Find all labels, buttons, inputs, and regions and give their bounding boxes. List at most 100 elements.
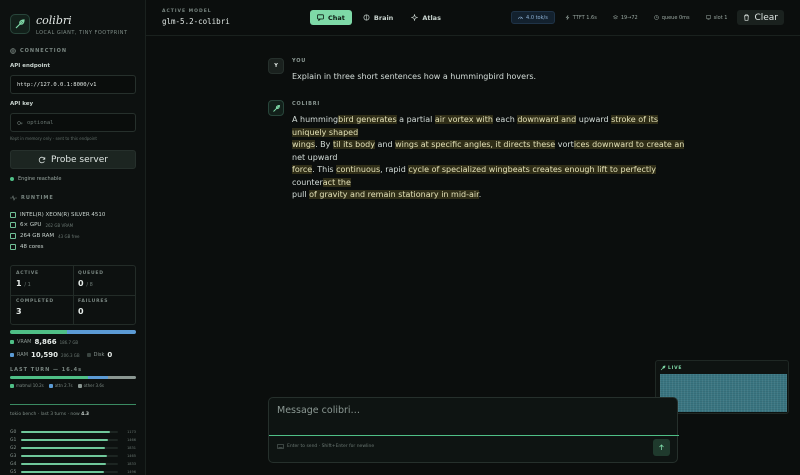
text-span: counter: [292, 177, 323, 187]
user-avatar: Y: [268, 58, 284, 74]
text-span: .: [478, 190, 482, 199]
queue-stats-card: ACTIVE 1 / 1 QUEUED 0 / 8 COMPLETED 3 FA…: [10, 265, 136, 325]
gpu-row: G1 1466: [10, 437, 136, 443]
sidebar: colibri LOCAL GIANT, TINY FOOTPRINT CONN…: [0, 0, 146, 475]
refresh-icon: [38, 156, 46, 164]
highlighted-span: til its body: [332, 140, 375, 149]
runtime-cpu: INTEL(R) XEON(R) SILVER 4510: [10, 212, 105, 218]
sparkline-divider: [10, 404, 136, 405]
chat-icon: [317, 14, 324, 21]
text-span: . By: [315, 140, 333, 149]
queue-badge: queue 0ms: [648, 11, 696, 24]
highlighted-span: force: [292, 165, 313, 174]
last-turn-legend: matmul 10.2s attn 2.7s other 3.6s: [10, 383, 104, 388]
gpu-bar-fill: [21, 447, 106, 449]
message-line: force. This continuous, rapid cycle of s…: [292, 164, 692, 189]
layers-icon: [612, 15, 618, 20]
sparkle-icon: [411, 14, 419, 21]
top-bar: ACTIVE MODEL glm-5.2-colibri Chat Brain …: [146, 0, 800, 36]
api-endpoint-field[interactable]: [10, 75, 136, 94]
hummingbird-icon: [660, 365, 666, 371]
runtime-gpu: 6× GPU 262 GB VRAM: [10, 222, 73, 228]
api-key-field[interactable]: [10, 113, 136, 132]
attn-segment: [88, 376, 109, 379]
highlighted-span: bird generates: [338, 115, 397, 124]
stat-completed: COMPLETED 3: [16, 299, 54, 316]
active-model: ACTIVE MODEL glm-5.2-colibri: [162, 9, 230, 26]
api-key-hint: Kept in memory only · sent to this endpo…: [10, 136, 97, 141]
gpu-row: G4 1833: [10, 461, 136, 467]
slot-badge: slot 1: [700, 11, 734, 24]
monitor-icon: [705, 15, 711, 20]
speed-badge: 4.0 tok/s: [511, 11, 555, 24]
gpu-bar-fill: [21, 431, 111, 433]
vram-usage: VRAM 8,866 186.7 GB: [10, 338, 78, 346]
user-message: Explain in three short sentences how a h…: [292, 72, 537, 81]
tokens-badge: 19→72: [607, 11, 644, 24]
api-endpoint-input[interactable]: [17, 81, 135, 88]
bolt-icon: [565, 15, 570, 20]
gpu-bar-fill: [21, 439, 109, 441]
probe-server-button[interactable]: Probe server: [10, 150, 136, 169]
stat-queued: QUEUED 0 / 8: [78, 271, 104, 288]
gpu-row: G5 1496: [10, 469, 136, 475]
pulse-icon: [10, 195, 17, 201]
hummingbird-logo-icon: [10, 14, 30, 34]
disk-icon: [86, 353, 91, 357]
gpu-row: G0 1173: [10, 429, 136, 435]
clear-button[interactable]: Clear: [737, 10, 784, 25]
colibri-message: A hummingbird generates a partial air vo…: [292, 114, 692, 202]
trash-icon: [743, 14, 750, 21]
tab-brain[interactable]: Brain: [356, 10, 400, 25]
composer-hint: Enter to send · Shift+Enter for newline: [277, 444, 374, 449]
live-activation-view: [660, 374, 787, 412]
gpu-row: G3 1465: [10, 453, 136, 459]
active-model-name: glm-5.2-colibri: [162, 17, 230, 26]
gpu-bar-fill: [21, 471, 105, 473]
text-span: and: [374, 140, 396, 149]
text-span: net upward: [292, 152, 338, 162]
api-key-label: API key: [10, 101, 34, 107]
highlighted-span: ices downward to create an: [573, 140, 685, 149]
highlighted-span: continuous: [336, 165, 381, 174]
tab-chat[interactable]: Chat: [310, 10, 352, 25]
runtime-section-label: RUNTIME: [10, 195, 54, 201]
highlighted-span: downward and: [517, 115, 577, 124]
text-span: upward: [576, 115, 612, 124]
connection-section-label: CONNECTION: [10, 48, 67, 54]
brand-tagline: LOCAL GIANT, TINY FOOTPRINT: [36, 30, 128, 36]
live-label: LIVE: [668, 365, 683, 371]
send-button[interactable]: [653, 439, 670, 456]
message-line: wings. By til its body and wings at spec…: [292, 139, 692, 164]
text-span: each: [492, 115, 518, 124]
highlighted-span: wings at specific angles, it directs the…: [395, 140, 556, 149]
clock-icon: [653, 15, 659, 20]
speed-icon: [518, 15, 523, 20]
api-key-input[interactable]: [27, 119, 135, 126]
ttft-badge: TTFT 1.6s: [559, 11, 603, 24]
runtime-ram: 264 GB RAM 43 GB free: [10, 233, 80, 239]
last-turn-bar: [10, 376, 136, 379]
tab-atlas[interactable]: Atlas: [404, 10, 448, 25]
message-input[interactable]: [277, 405, 667, 425]
gpu-icon: [10, 222, 16, 228]
memory-bar: [10, 330, 136, 334]
status-dot-icon: [10, 177, 14, 181]
other-segment: [108, 376, 136, 379]
stat-active: ACTIVE 1 / 1: [16, 271, 39, 288]
memory-icon: [10, 233, 16, 239]
hummingbird-icon: [272, 104, 281, 113]
message-line: pull of gravity and remain stationary in…: [292, 189, 692, 202]
highlighted-span: act the: [322, 177, 351, 187]
colibri-avatar: [268, 100, 284, 116]
text-span: pull: [292, 190, 310, 199]
keyboard-icon: [277, 444, 284, 449]
text-span: vort: [555, 140, 574, 149]
gpu-bar-fill: [21, 463, 107, 465]
brand: colibri LOCAL GIANT, TINY FOOTPRINT: [10, 14, 128, 36]
gpu-usage-list: G0 1173 G1 1466 G2 1831 G3 1465 G4 1833 G5 149…: [10, 428, 136, 475]
ram-usage: RAM 10,590 206.3 GB Disk 0: [10, 351, 112, 359]
stat-failures: FAILURES 0: [78, 299, 109, 316]
user-label: YOU: [292, 58, 307, 64]
api-endpoint-label: API endpoint: [10, 63, 50, 69]
